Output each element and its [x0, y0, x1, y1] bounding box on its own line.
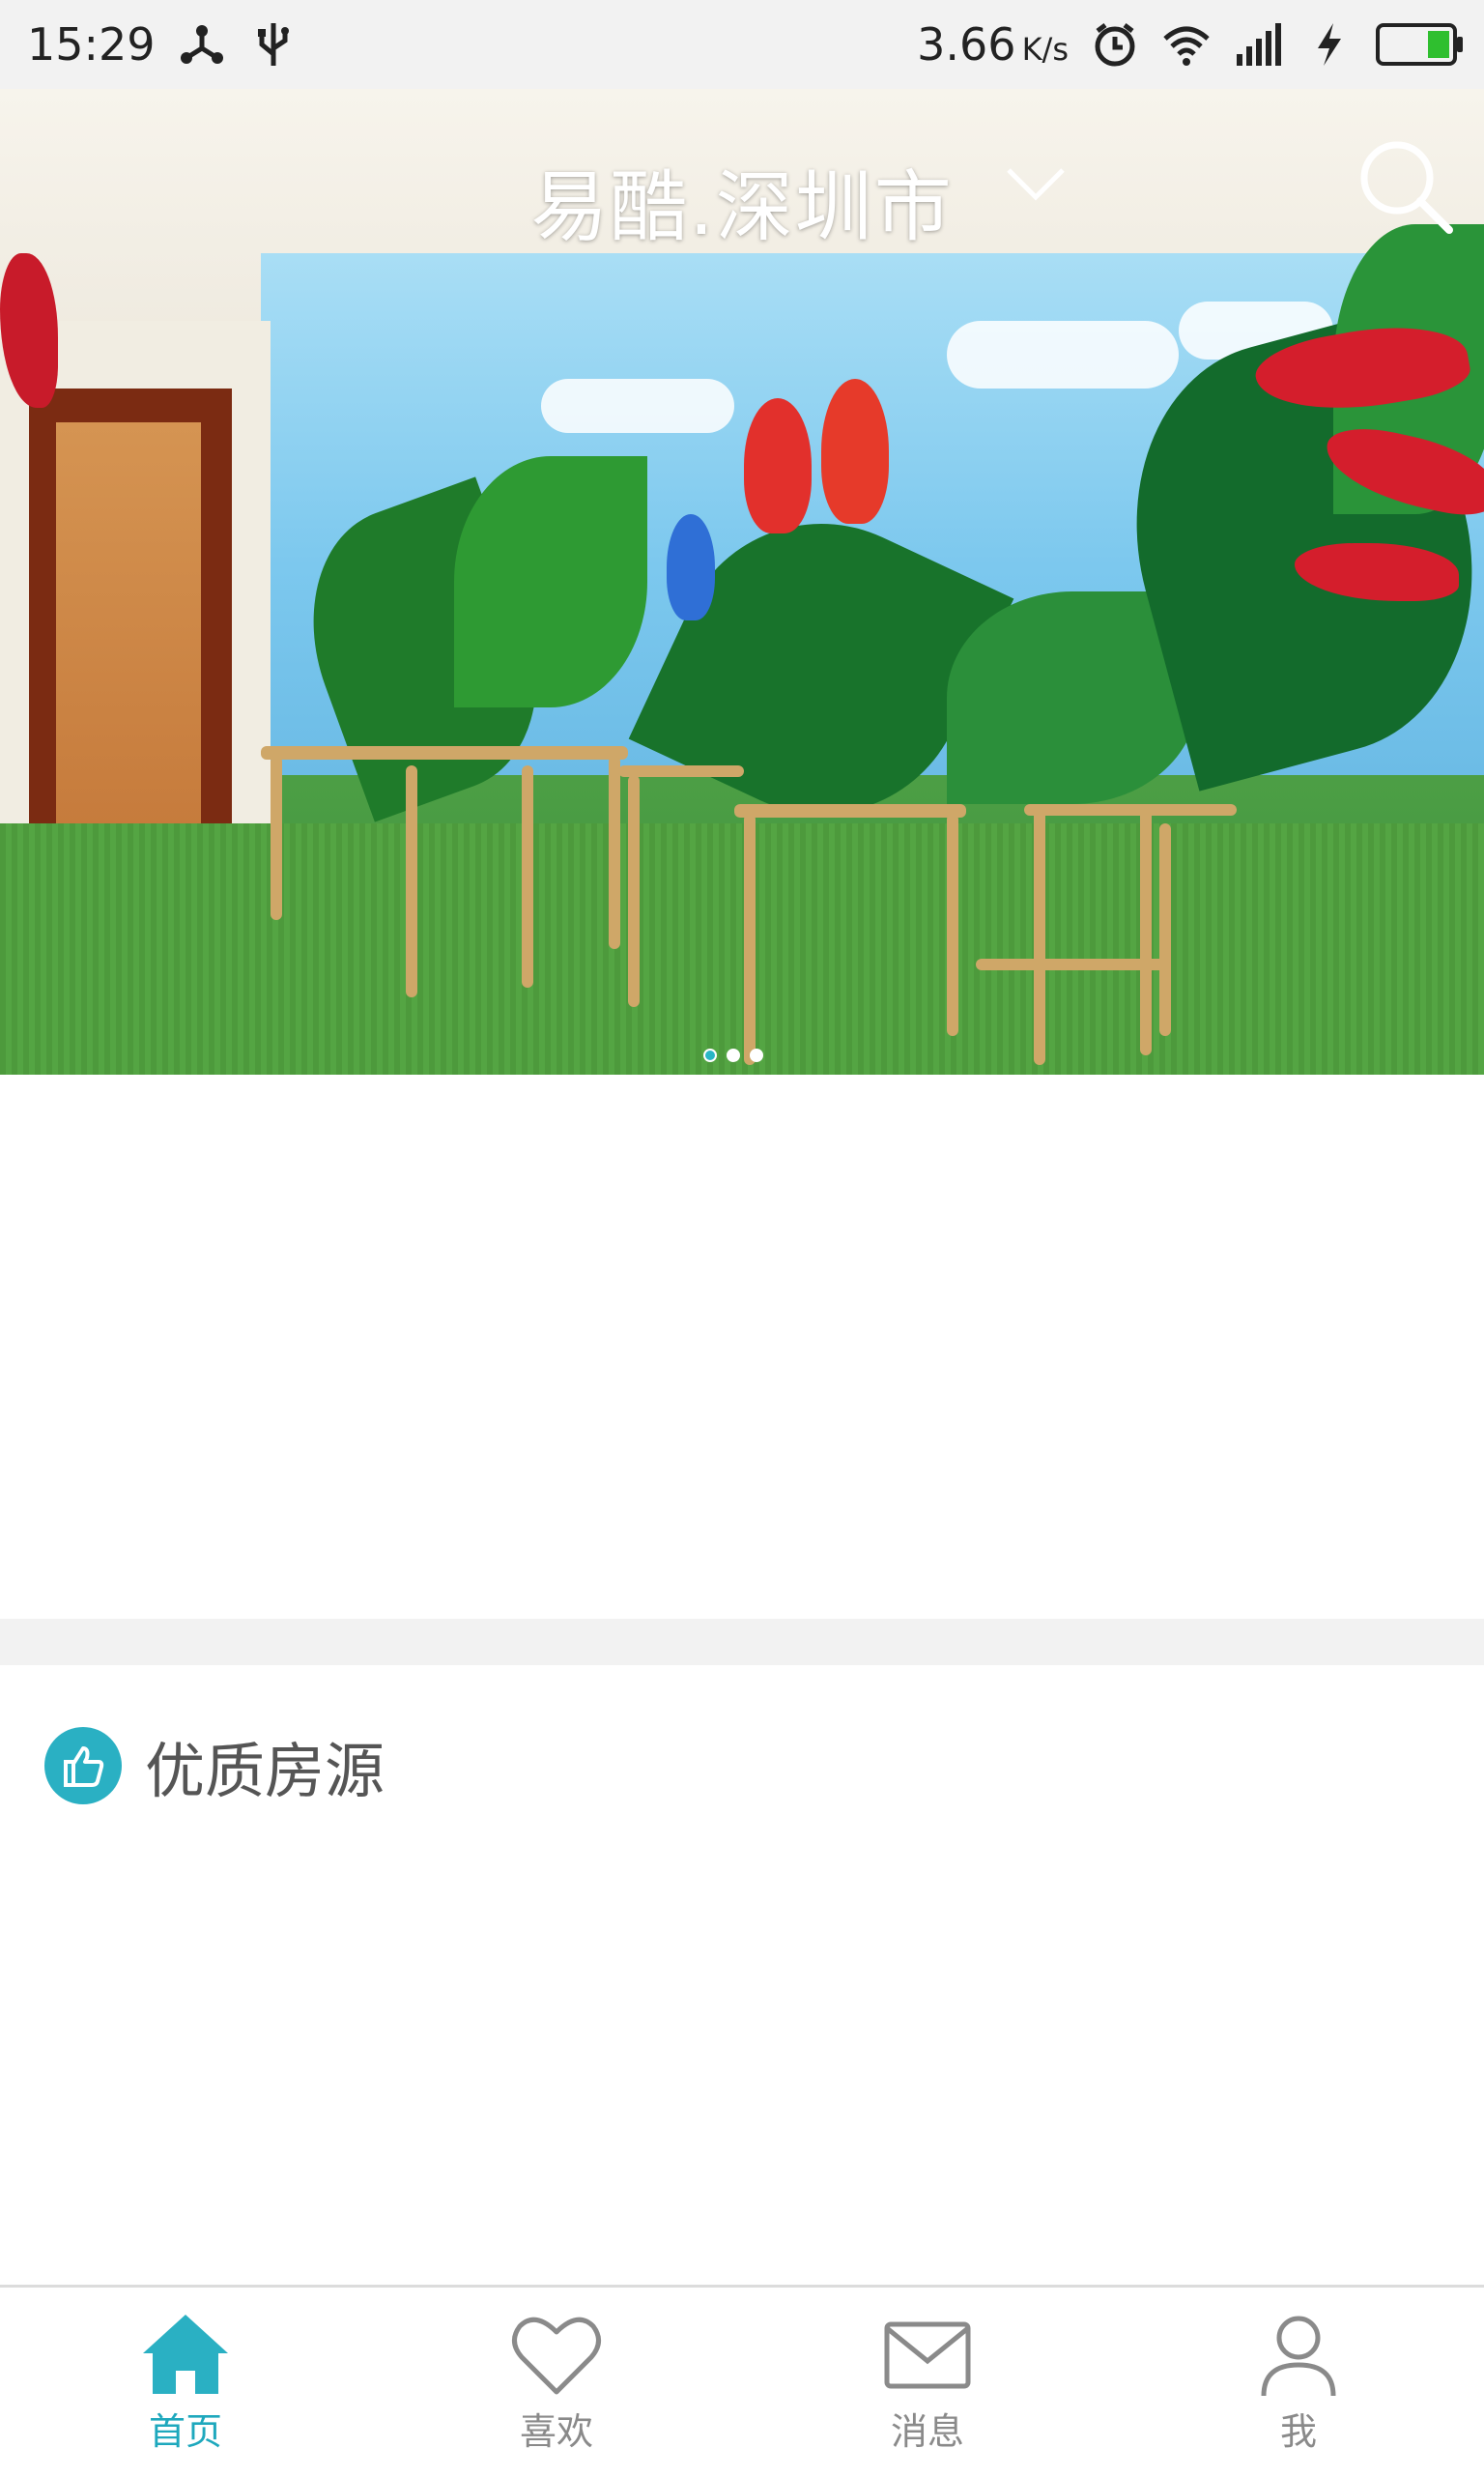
section-divider: [0, 1619, 1484, 1665]
nav-label: 喜欢: [519, 2410, 593, 2453]
carousel-indicator: [703, 1049, 763, 1062]
signal-3g-icon: [1237, 23, 1281, 66]
carousel-dot[interactable]: [750, 1049, 763, 1062]
bottom-nav: 首页 喜欢 消息 我: [0, 2285, 1484, 2477]
city-title[interactable]: 易酷.深圳市: [0, 145, 1484, 257]
thumbs-up-icon: [44, 1727, 122, 1804]
nav-item-messages[interactable]: 消息: [742, 2288, 1113, 2477]
mail-icon: [884, 2321, 971, 2389]
speed-value: 3.66: [917, 18, 1016, 71]
charging-icon: [1318, 23, 1341, 66]
chevron-down-icon[interactable]: [1005, 164, 1067, 203]
wifi-icon: [1163, 26, 1210, 66]
status-time: 15:29: [27, 18, 156, 71]
section-title: 优质房源: [145, 1736, 385, 1806]
nav-label: 消息: [890, 2410, 964, 2453]
heart-icon: [512, 2317, 601, 2395]
home-icon: [143, 2315, 228, 2394]
network-speed: 3.66 K/s: [917, 18, 1069, 71]
alarm-icon: [1095, 23, 1135, 67]
nav-item-me[interactable]: 我: [1113, 2288, 1484, 2477]
nav-label: 首页: [148, 2410, 222, 2453]
nav-item-home[interactable]: 首页: [0, 2288, 371, 2477]
section-header: 优质房源: [44, 1722, 385, 1809]
carousel-dot[interactable]: [727, 1049, 740, 1062]
battery-icon: [1376, 23, 1463, 66]
share-icon: [180, 25, 223, 64]
status-bar: 15:29 3.66 K/s: [0, 0, 1484, 89]
speed-unit: K/s: [1021, 31, 1069, 68]
nav-item-favorites[interactable]: 喜欢: [371, 2288, 742, 2477]
carousel-dot[interactable]: [703, 1049, 717, 1062]
search-icon[interactable]: [1355, 135, 1455, 236]
profile-icon: [1261, 2316, 1336, 2397]
nav-label: 我: [1279, 2410, 1317, 2453]
usb-icon: [257, 23, 289, 66]
